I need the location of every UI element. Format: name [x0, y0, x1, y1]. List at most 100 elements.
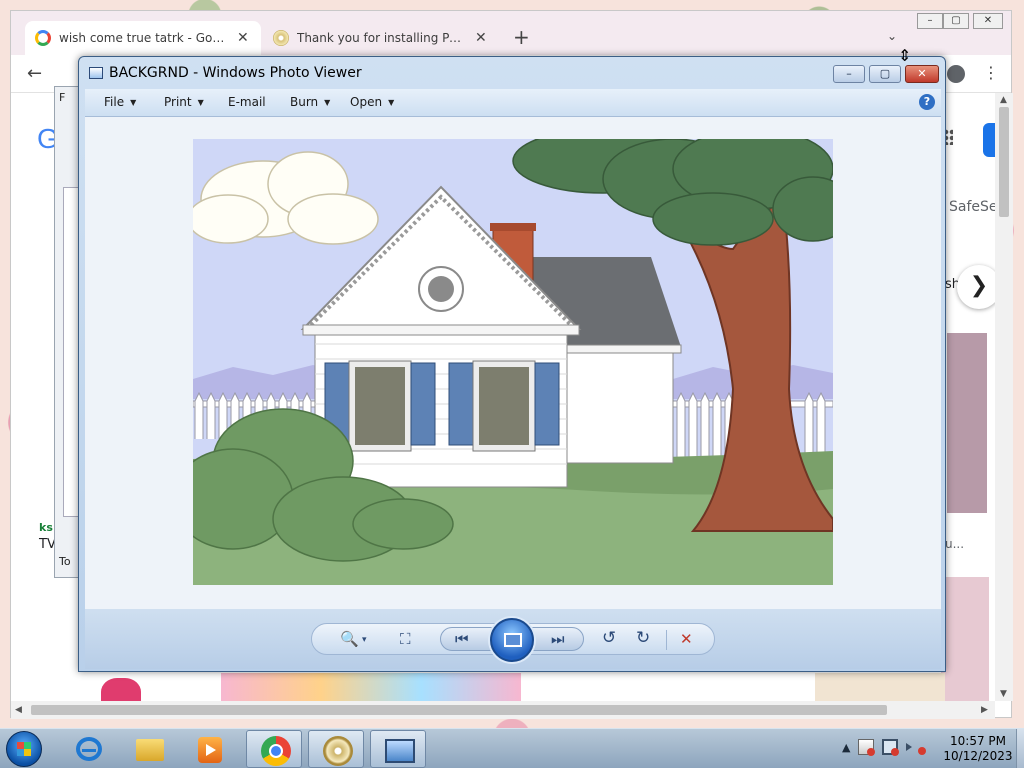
- chrome-tabstrip: wish come true tatrk - Google Se ✕ Thank…: [11, 11, 1011, 55]
- chrome-close-button[interactable]: ✕: [973, 13, 1003, 29]
- controls-pill: 🔍 ▾ ⛶ ⏮ ⏭ ↺ ↻ ✕: [311, 618, 715, 662]
- poweriso-disc-icon: [323, 736, 353, 766]
- google-g-icon: [35, 30, 51, 46]
- scrollbar-thumb[interactable]: [999, 107, 1009, 217]
- vertical-scrollbar[interactable]: ▲ ▼: [995, 93, 1013, 701]
- tab-label: wish come true tatrk - Google Se: [59, 31, 229, 45]
- menu-label: File: [104, 95, 125, 109]
- slideshow-button[interactable]: [490, 618, 534, 662]
- tab-label: Thank you for installing PowerISO: [297, 31, 467, 45]
- menu-email[interactable]: E-mail: [228, 95, 266, 109]
- actual-size-icon[interactable]: ⛶: [400, 630, 411, 648]
- taskbar-google-chrome[interactable]: [246, 730, 302, 768]
- zoom-icon[interactable]: 🔍: [340, 630, 359, 648]
- image-result-thumbnail[interactable]: [941, 577, 989, 701]
- clock[interactable]: 10:57 PM 10/12/2023: [936, 734, 1020, 764]
- scrollbar-thumb[interactable]: [31, 705, 887, 715]
- divider: [666, 630, 667, 650]
- scroll-right-icon[interactable]: ▶: [981, 705, 988, 715]
- chrome-restore-button[interactable]: ▢: [943, 13, 969, 29]
- scroll-up-icon[interactable]: ▲: [1000, 95, 1007, 105]
- poweriso-icon: [273, 30, 289, 46]
- previous-icon[interactable]: ⏮: [455, 630, 469, 648]
- menu-label: Burn: [290, 95, 319, 109]
- result-source-label: ks: [39, 521, 53, 534]
- tab-search-button[interactable]: ⌄: [887, 29, 897, 43]
- menu-burn[interactable]: Burn ▼: [290, 95, 330, 109]
- internet-explorer-icon: [76, 737, 102, 761]
- scroll-down-icon[interactable]: ▼: [1000, 689, 1007, 699]
- photo-viewer-control-bar: 🔍 ▾ ⛶ ⏮ ⏭ ↺ ↻ ✕: [85, 609, 941, 669]
- next-chips-button[interactable]: ❯: [957, 265, 995, 309]
- tab-close-icon[interactable]: ✕: [237, 30, 249, 46]
- help-icon[interactable]: ?: [919, 94, 935, 110]
- next-icon[interactable]: ⏭: [551, 630, 565, 648]
- photo-viewer-menubar: File ▼ Print ▼ E-mail Burn ▼ Open ▼ ?: [85, 89, 941, 117]
- result-caption-fragment: u...: [945, 537, 965, 551]
- taskbar-windows-explorer[interactable]: [122, 730, 178, 768]
- photo-viewer-titlebar[interactable]: BACKGRND - Windows Photo Viewer – ▢ ✕: [79, 57, 945, 89]
- taskbar-media-player[interactable]: [182, 730, 238, 768]
- image-canvas: [85, 117, 941, 609]
- system-tray: ▲: [842, 739, 927, 756]
- menu-print[interactable]: Print ▼: [164, 95, 204, 109]
- chevron-down-icon: ▼: [324, 97, 331, 107]
- back-button[interactable]: ←: [27, 63, 42, 84]
- dialog-text-fragment: F: [59, 91, 66, 104]
- network-icon[interactable]: [882, 739, 900, 756]
- resize-cursor-icon: ⇕: [898, 46, 912, 65]
- chrome-menu-button[interactable]: ⋮: [983, 63, 999, 82]
- taskbar-internet-explorer[interactable]: [60, 730, 116, 768]
- folder-icon: [136, 739, 164, 761]
- safesearch-label[interactable]: SafeSe: [949, 199, 995, 215]
- media-player-icon: [198, 737, 222, 763]
- chrome-minimize-button[interactable]: –: [917, 13, 943, 29]
- menu-label: E-mail: [228, 95, 266, 109]
- scroll-left-icon[interactable]: ◀: [15, 705, 22, 715]
- show-hidden-icons-button[interactable]: ▲: [842, 741, 850, 754]
- minimize-button[interactable]: –: [833, 65, 865, 83]
- clock-time: 10:57 PM: [950, 734, 1006, 748]
- action-center-flag-icon[interactable]: [858, 739, 876, 756]
- taskbar-photo-viewer[interactable]: [370, 730, 426, 768]
- menu-label: Print: [164, 95, 192, 109]
- maximize-button[interactable]: ▢: [869, 65, 901, 83]
- chrome-icon: [261, 736, 291, 766]
- chevron-down-icon: ▼: [197, 97, 204, 107]
- image-result-thumbnail[interactable]: [947, 333, 987, 513]
- windows-logo-icon: [17, 742, 31, 756]
- profile-avatar[interactable]: [947, 65, 965, 83]
- chevron-down-icon: ▼: [388, 97, 395, 107]
- zoom-caret-icon[interactable]: ▾: [362, 635, 367, 645]
- taskbar: ▲ 10:57 PM 10/12/2023: [0, 728, 1024, 768]
- new-tab-button[interactable]: +: [513, 25, 530, 49]
- image-result-thumbnail[interactable]: [221, 673, 521, 701]
- image-result-thumbnail[interactable]: [815, 673, 945, 701]
- menu-open[interactable]: Open ▼: [350, 95, 394, 109]
- photo-viewer-window: BACKGRND - Windows Photo Viewer – ▢ ✕ Fi…: [78, 56, 946, 672]
- delete-icon[interactable]: ✕: [680, 630, 693, 648]
- photo-viewer-app-icon: [89, 67, 103, 79]
- displayed-photo: [193, 139, 833, 585]
- dialog-text-fragment: To: [59, 555, 71, 568]
- tab-poweriso[interactable]: Thank you for installing PowerISO ✕: [263, 21, 499, 55]
- rotate-counterclockwise-icon[interactable]: ↺: [602, 628, 616, 648]
- tab-google-search[interactable]: wish come true tatrk - Google Se ✕: [25, 21, 261, 55]
- menu-file[interactable]: File ▼: [104, 95, 136, 109]
- slideshow-icon: [504, 633, 522, 647]
- show-desktop-button[interactable]: [1016, 729, 1024, 768]
- volume-muted-icon[interactable]: [906, 743, 927, 755]
- clock-date: 10/12/2023: [943, 749, 1013, 763]
- photo-viewer-icon: [385, 739, 415, 763]
- tab-close-icon[interactable]: ✕: [475, 30, 487, 46]
- horizontal-scrollbar[interactable]: ◀ ▶: [11, 701, 995, 719]
- chevron-down-icon: ▼: [130, 97, 137, 107]
- close-button[interactable]: ✕: [905, 65, 939, 83]
- rotate-clockwise-icon[interactable]: ↻: [636, 628, 650, 648]
- start-button[interactable]: [6, 731, 42, 767]
- menu-label: Open: [350, 95, 383, 109]
- signin-button-edge[interactable]: [983, 123, 995, 157]
- image-result-thumbnail[interactable]: [101, 678, 141, 701]
- window-title: BACKGRND - Windows Photo Viewer: [109, 65, 362, 81]
- taskbar-poweriso[interactable]: [308, 730, 364, 768]
